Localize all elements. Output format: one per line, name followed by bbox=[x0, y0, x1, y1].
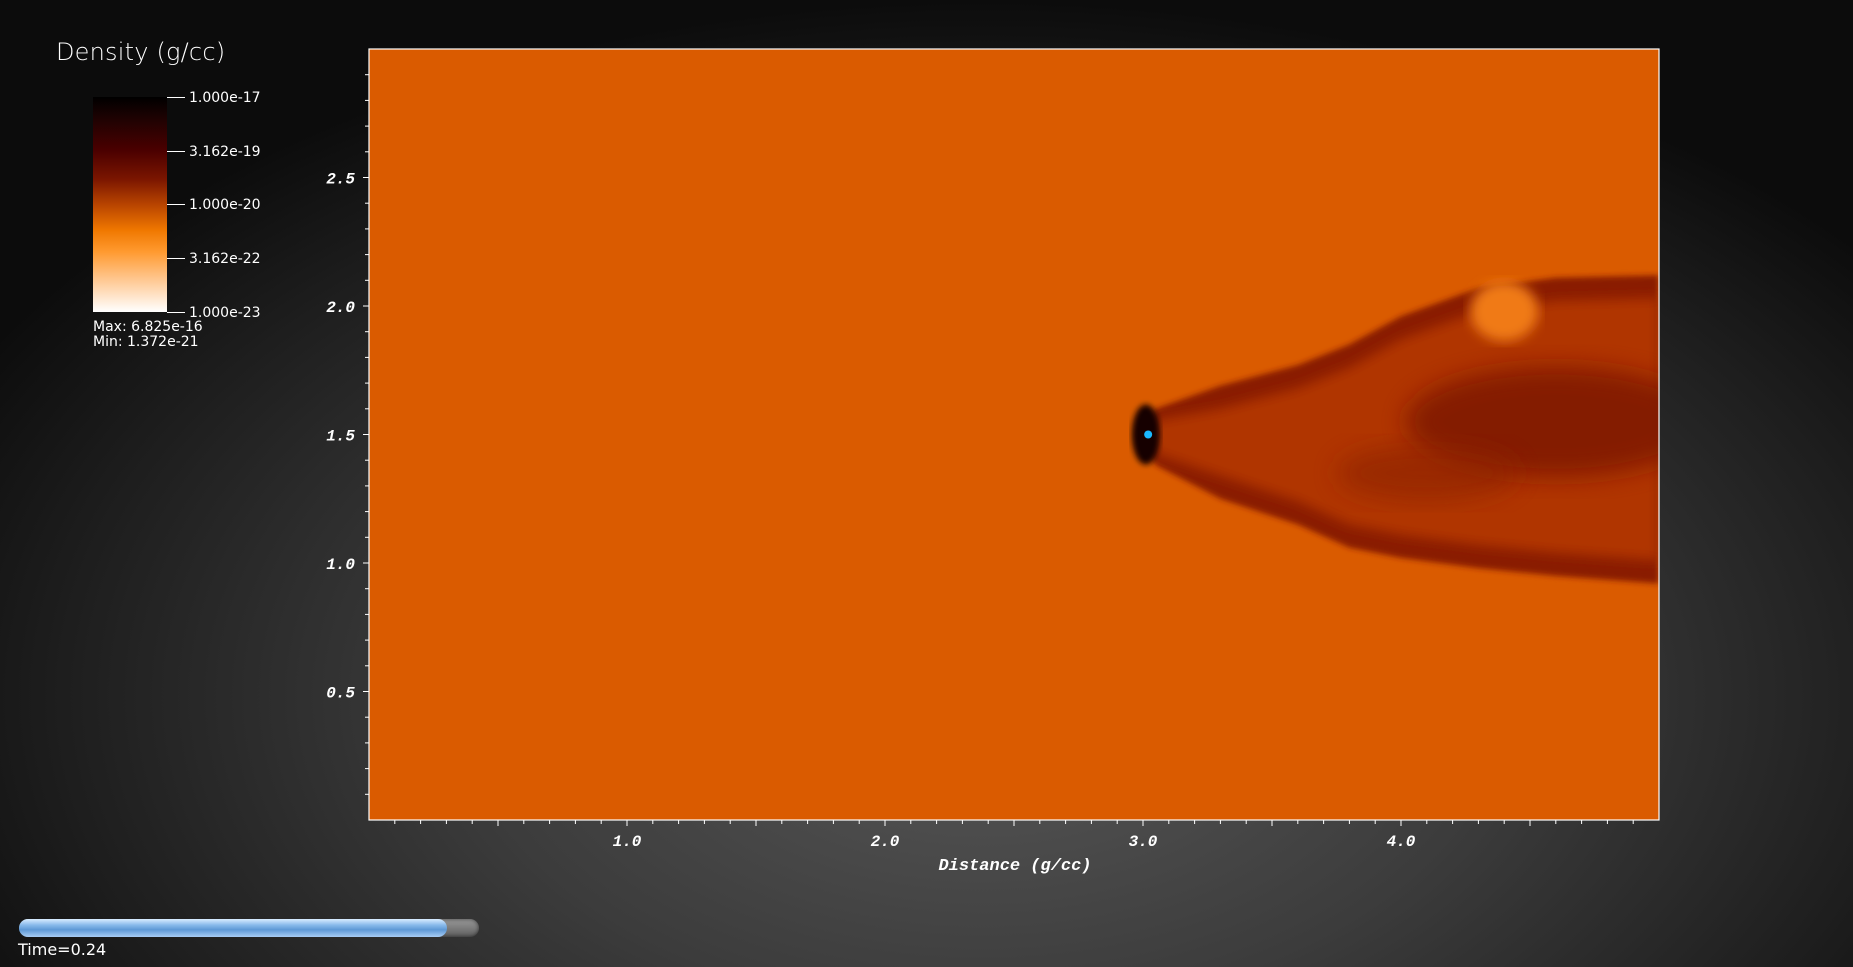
x-axis: 1.0 2.0 3.0 4.0 bbox=[394, 820, 1634, 851]
y-tick-label: 2.5 bbox=[326, 171, 355, 189]
y-axis: 0.5 1.0 1.5 2.0 2.5 bbox=[326, 74, 369, 795]
x-axis-label: Distance (g/cc) bbox=[938, 857, 1091, 876]
x-tick-label: 3.0 bbox=[1129, 833, 1158, 851]
time-progress-fill bbox=[19, 919, 447, 937]
time-label: Time=0.24 bbox=[18, 940, 107, 959]
y-tick-label: 1.0 bbox=[326, 556, 355, 574]
x-tick-label: 4.0 bbox=[1387, 833, 1416, 851]
y-tick-label: 1.5 bbox=[326, 428, 355, 446]
point-source-marker bbox=[1144, 430, 1153, 439]
density-plot: 1.0 2.0 3.0 4.0 0.5 1.0 1.5 2.0 2.5 Distance (g… bbox=[326, 48, 1660, 876]
bright-plume-patch bbox=[1470, 281, 1539, 342]
x-tick-label: 1.0 bbox=[613, 833, 642, 851]
y-tick-label: 0.5 bbox=[326, 685, 355, 703]
time-progress-bar[interactable] bbox=[19, 919, 479, 937]
turbulent-core bbox=[1336, 445, 1517, 502]
y-tick-label: 2.0 bbox=[326, 299, 355, 317]
x-tick-label: 2.0 bbox=[871, 833, 900, 851]
